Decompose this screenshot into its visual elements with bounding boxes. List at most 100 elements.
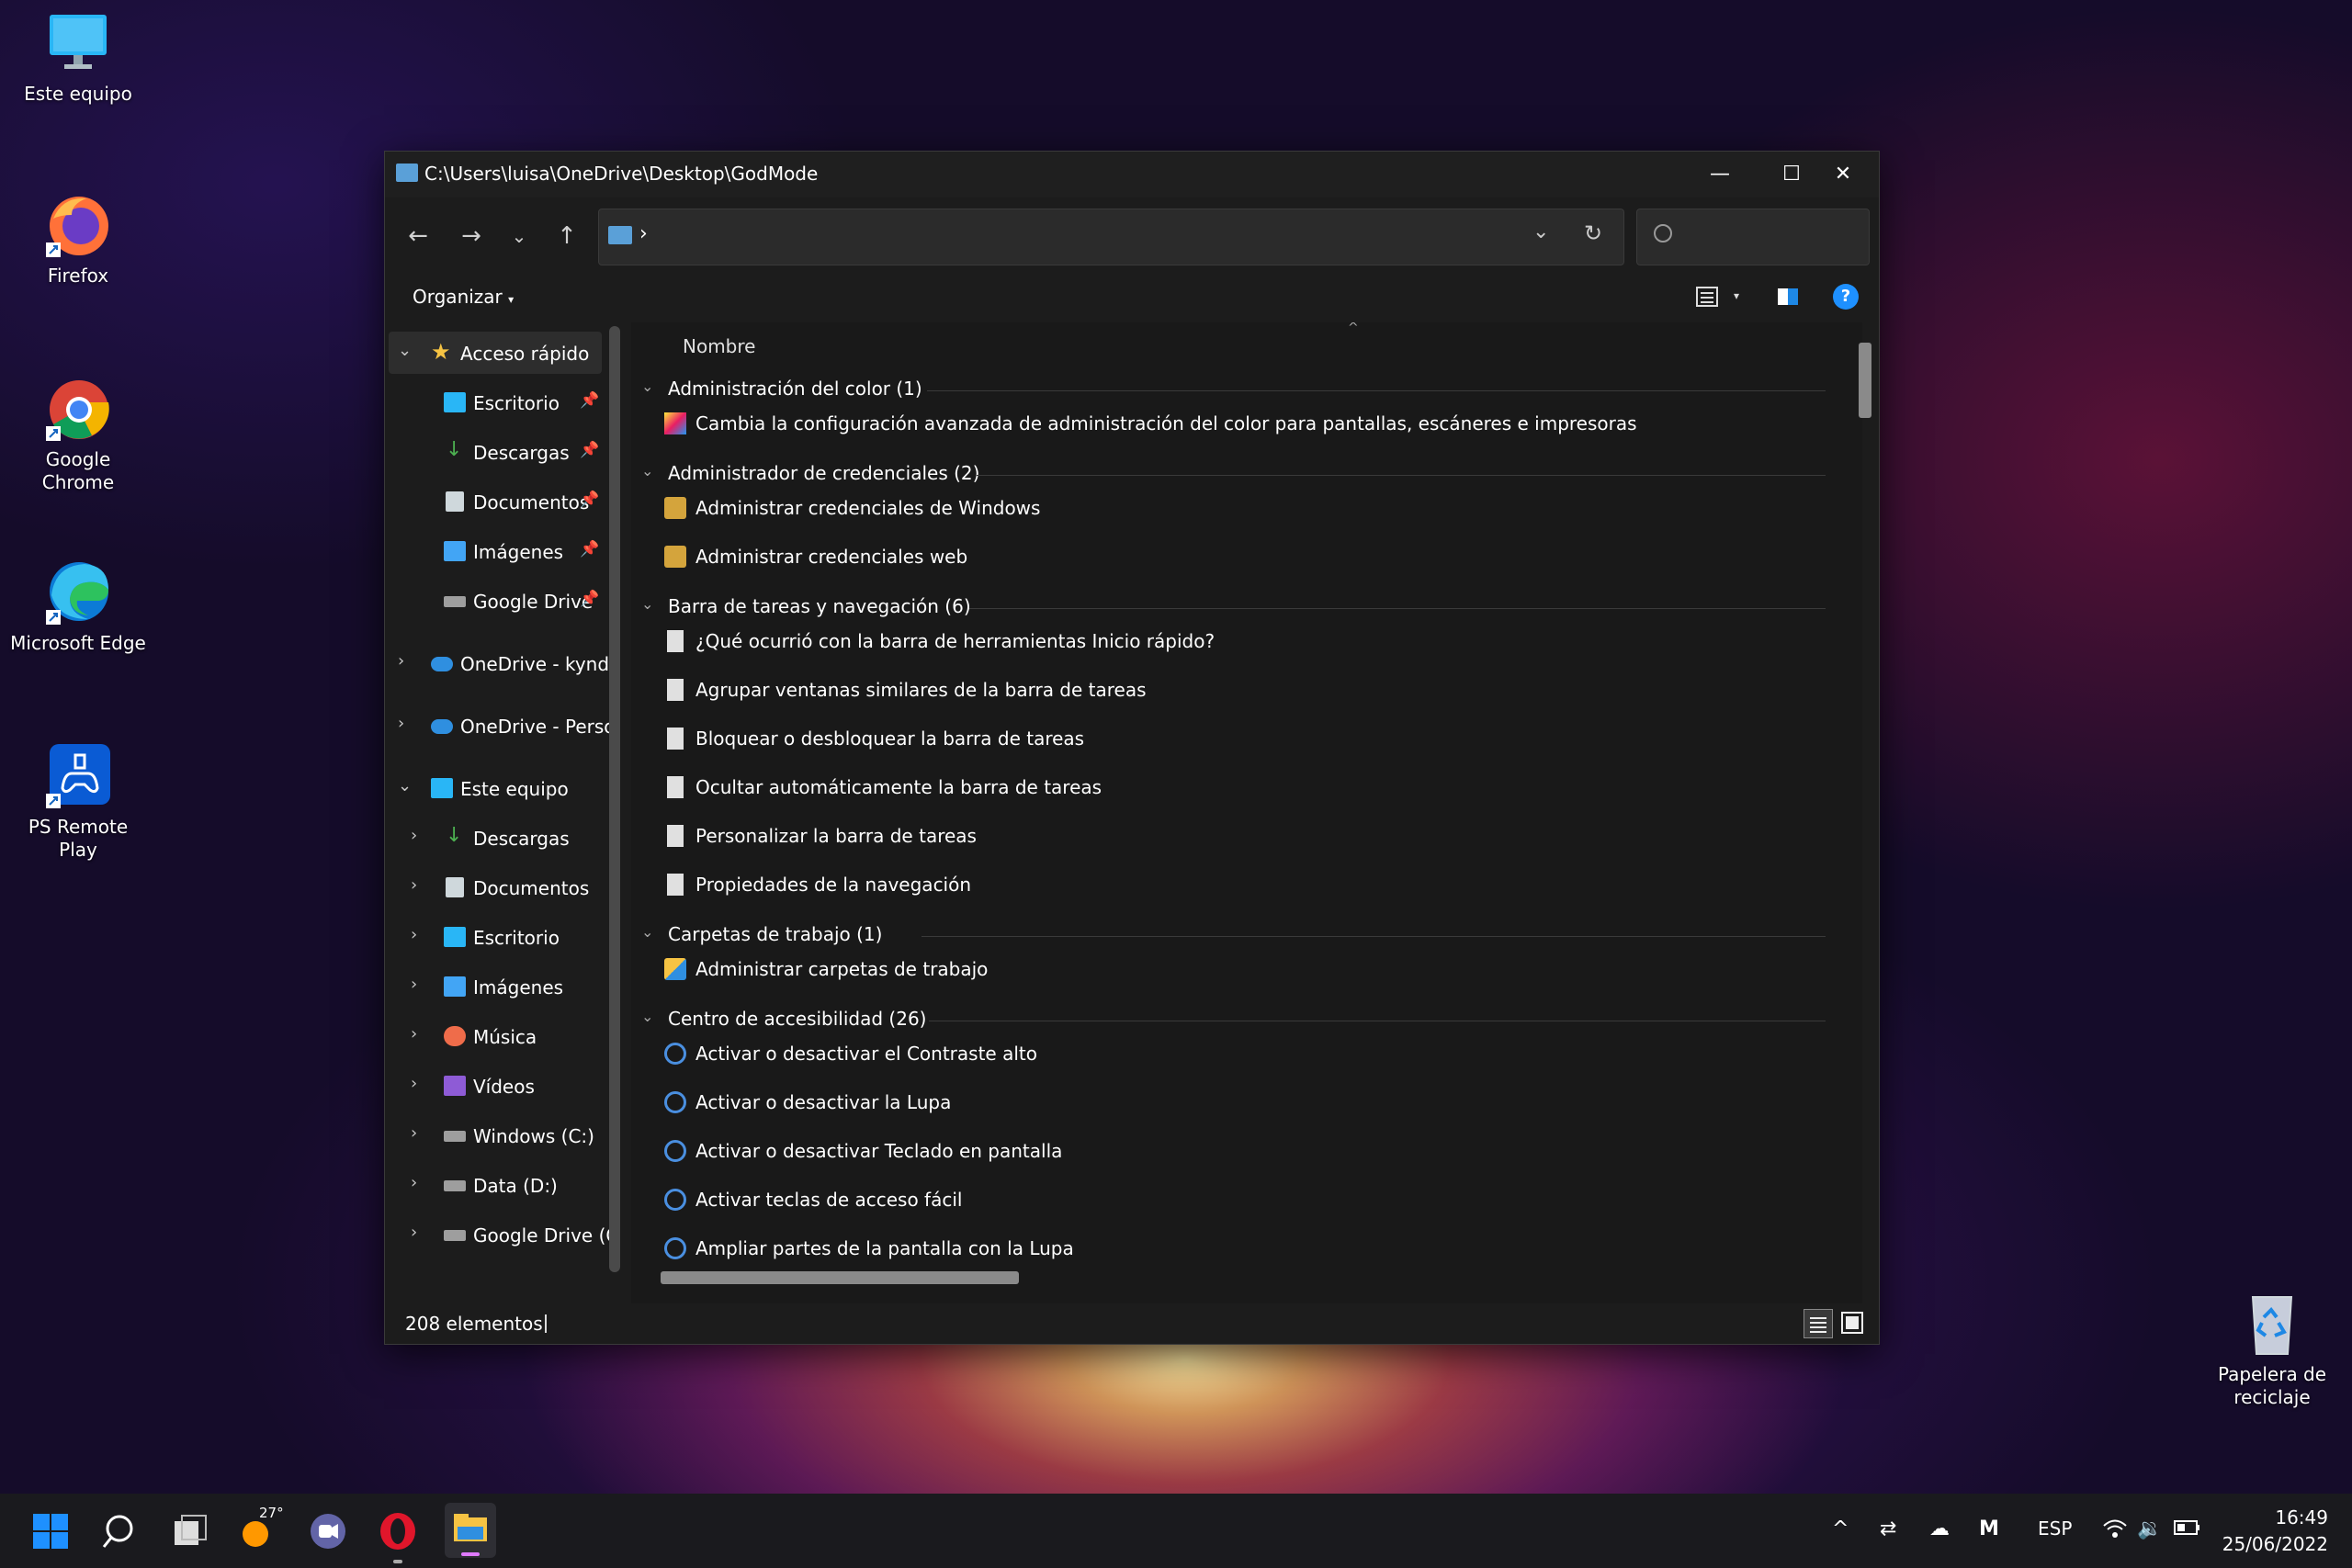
large-icons-view-icon[interactable] <box>1838 1309 1866 1337</box>
nav-item-onedrive-kyndryl[interactable]: › OneDrive - kyndı <box>385 642 615 686</box>
column-header-nombre[interactable]: Nombre <box>683 335 755 357</box>
teams-chat-icon[interactable] <box>307 1510 349 1552</box>
nav-item-pc-documentos[interactable]: › Documentos <box>385 866 602 910</box>
up-arrow-icon[interactable]: ↑ <box>548 218 585 254</box>
nav-item-google-drive[interactable]: Google Drive 📌 <box>385 580 602 624</box>
nav-item-pc-musica[interactable]: › Música <box>385 1015 602 1059</box>
desktop-icon-chrome[interactable]: Google Chrome <box>9 375 147 494</box>
nav-item-documentos[interactable]: Documentos 📌 <box>385 480 602 525</box>
list-item[interactable]: Ampliar partes de la pantalla con la Lup… <box>631 1226 1844 1267</box>
desktop-icon-recycle-bin[interactable]: Papelera de reciclaje <box>2203 1290 2341 1409</box>
show-hidden-icons-chevron-up-icon[interactable]: ^ <box>1832 1517 1849 1540</box>
chevron-down-icon[interactable]: ⌄ <box>641 1008 653 1025</box>
nav-item-descargas[interactable]: ↓ Descargas 📌 <box>385 431 602 475</box>
chevron-right-icon[interactable]: › <box>411 826 417 845</box>
wifi-icon[interactable] <box>2102 1517 2128 1545</box>
desktop-icon-este-equipo[interactable]: Este equipo <box>9 9 147 106</box>
nav-item-pc-google-drive[interactable]: › Google Drive (G <box>385 1213 620 1258</box>
search-box[interactable] <box>1636 209 1870 265</box>
chevron-right-icon[interactable]: › <box>411 1223 417 1242</box>
start-windows-icon[interactable] <box>29 1510 72 1552</box>
opera-icon[interactable] <box>377 1510 419 1563</box>
list-item[interactable]: Administrar carpetas de trabajo <box>631 947 1844 987</box>
address-dropdown-chevron-icon[interactable]: ⌄ <box>1532 220 1549 243</box>
list-item[interactable]: Activar teclas de acceso fácil <box>631 1178 1844 1218</box>
chevron-down-icon[interactable]: ⌄ <box>398 776 412 795</box>
battery-icon[interactable] <box>2174 1517 2201 1543</box>
search-icon[interactable] <box>99 1510 141 1552</box>
list-item[interactable]: Ocultar automáticamente la barra de tare… <box>631 765 1844 806</box>
nav-item-imagenes[interactable]: Imágenes 📌 <box>385 530 602 574</box>
organize-menu-button[interactable]: Organizar ▾ <box>413 286 514 308</box>
list-item[interactable]: Activar o desactivar el Contraste alto <box>631 1032 1844 1072</box>
desktop-icon-firefox[interactable]: Firefox <box>9 191 147 288</box>
chevron-right-icon[interactable]: › <box>411 1074 417 1093</box>
title-bar[interactable]: C:\Users\luisa\OneDrive\Desktop\GodMode … <box>385 152 1879 197</box>
onedrive-cloud-icon[interactable]: ☁ <box>1929 1517 1950 1540</box>
list-item[interactable]: Agrupar ventanas similares de la barra d… <box>631 668 1844 708</box>
group-header[interactable]: ⌄ Administración del color (1) <box>631 374 1844 405</box>
chevron-right-icon[interactable]: › <box>411 1173 417 1192</box>
close-button[interactable]: ✕ <box>1807 152 1879 197</box>
clock-date[interactable]: 25/06/2022 <box>2222 1533 2328 1555</box>
list-item[interactable]: Propiedades de la navegación <box>631 863 1844 903</box>
list-item[interactable]: Administrar credenciales de Windows <box>631 486 1844 526</box>
group-header[interactable]: ⌄ Carpetas de trabajo (1) <box>631 919 1844 951</box>
forward-arrow-icon[interactable]: → <box>453 218 490 254</box>
help-icon[interactable]: ? <box>1833 284 1859 310</box>
preview-pane-icon[interactable] <box>1776 286 1800 308</box>
chevron-right-icon[interactable]: › <box>411 1123 417 1143</box>
desktop-icon-edge[interactable]: Microsoft Edge <box>9 558 147 655</box>
nav-item-pc-windows-c[interactable]: › Windows (C:) <box>385 1114 602 1158</box>
volume-icon[interactable]: 🔉 <box>2137 1517 2162 1540</box>
nav-item-pc-escritorio[interactable]: › Escritorio <box>385 916 602 960</box>
details-view-icon[interactable] <box>1804 1309 1833 1338</box>
nav-pane-scrollbar[interactable] <box>609 326 620 1272</box>
clock-time[interactable]: 16:49 <box>2275 1506 2328 1529</box>
settings-sliders-icon[interactable]: ⇄ <box>1880 1517 1896 1540</box>
chevron-right-icon[interactable]: › <box>411 975 417 994</box>
list-item[interactable]: Personalizar la barra de tareas <box>631 814 1844 854</box>
desktop-icon-ps-remote-play[interactable]: PS Remote Play <box>9 742 147 862</box>
nav-item-escritorio[interactable]: Escritorio 📌 <box>385 381 602 425</box>
nav-item-pc-descargas[interactable]: › ↓ Descargas <box>385 817 602 861</box>
chevron-down-icon[interactable]: ⌄ <box>641 462 653 479</box>
task-view-icon[interactable] <box>169 1510 211 1552</box>
nav-item-pc-data-d[interactable]: › Data (D:) <box>385 1164 602 1208</box>
list-item[interactable]: ¿Qué ocurrió con la barra de herramienta… <box>631 619 1844 660</box>
group-header[interactable]: ⌄ Centro de accesibilidad (26) <box>631 1004 1844 1035</box>
nav-item-acceso-rapido[interactable]: ⌄ ★ Acceso rápido <box>385 332 602 376</box>
chevron-down-icon[interactable]: ⌄ <box>641 923 653 941</box>
nav-item-pc-videos[interactable]: › Vídeos <box>385 1065 602 1109</box>
recent-locations-chevron-icon[interactable]: ⌄ <box>501 218 537 254</box>
list-item[interactable]: Administrar credenciales web <box>631 535 1844 575</box>
chevron-right-icon[interactable]: › <box>398 714 404 733</box>
list-item[interactable]: Activar o desactivar Teclado en pantalla <box>631 1129 1844 1169</box>
refresh-icon[interactable]: ↻ <box>1584 220 1602 246</box>
gmail-icon[interactable]: M <box>1979 1517 1999 1540</box>
list-item[interactable]: Activar o desactivar la Lupa <box>631 1080 1844 1121</box>
nav-item-pc-imagenes[interactable]: › Imágenes <box>385 965 602 1010</box>
input-language[interactable]: ESP <box>2038 1517 2072 1540</box>
chevron-right-icon[interactable]: › <box>411 875 417 895</box>
vertical-scrollbar[interactable] <box>1859 343 1871 418</box>
address-bar[interactable]: › ⌄ ↻ <box>598 209 1624 265</box>
chevron-down-icon[interactable]: ⌄ <box>641 595 653 613</box>
weather-widget-icon[interactable]: 27° <box>237 1505 284 1552</box>
chevron-right-icon[interactable]: › <box>398 651 404 671</box>
list-item[interactable]: Bloquear o desbloquear la barra de tarea… <box>631 716 1844 757</box>
chevron-down-icon[interactable]: ▾ <box>1734 289 1739 302</box>
minimize-button[interactable]: — <box>1684 152 1756 197</box>
chevron-right-icon[interactable]: › <box>411 1024 417 1043</box>
chevron-down-icon[interactable]: ⌄ <box>641 378 653 395</box>
view-options-icon[interactable] <box>1695 284 1723 310</box>
back-arrow-icon[interactable]: ← <box>400 218 436 254</box>
nav-item-este-equipo[interactable]: ⌄ Este equipo <box>385 767 602 811</box>
list-item[interactable]: Cambia la configuración avanzada de admi… <box>631 401 1844 442</box>
group-header[interactable]: ⌄ Administrador de credenciales (2) <box>631 458 1844 490</box>
group-header[interactable]: ⌄ Barra de tareas y navegación (6) <box>631 592 1844 623</box>
chevron-right-icon[interactable]: › <box>411 925 417 944</box>
nav-item-onedrive-personal[interactable]: › OneDrive - Perso <box>385 705 616 749</box>
horizontal-scrollbar[interactable] <box>661 1271 1019 1284</box>
chevron-down-icon[interactable]: ⌄ <box>398 341 412 360</box>
